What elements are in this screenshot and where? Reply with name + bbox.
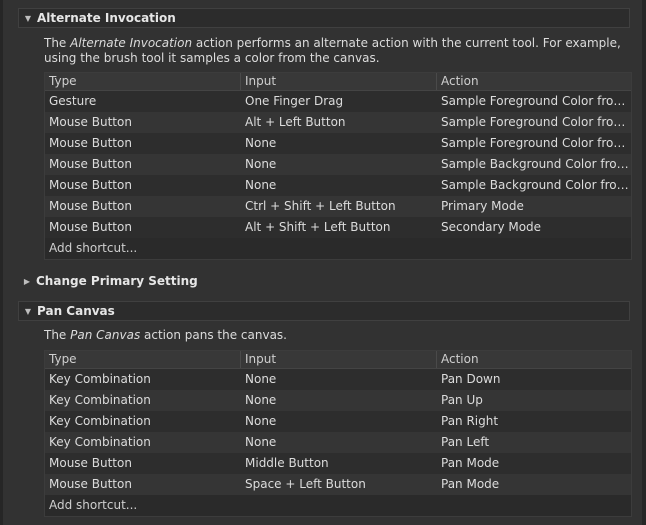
section-title: Alternate Invocation bbox=[37, 11, 176, 25]
left-frame-edge bbox=[0, 0, 3, 525]
cell-action[interactable]: Sample Foreground Color from M... bbox=[437, 91, 631, 112]
table-row[interactable]: Key Combination None Pan Right bbox=[45, 411, 631, 432]
shortcut-table-alternate-invocation: Type Input Action Gesture One Finger Drag… bbox=[44, 72, 632, 260]
column-header-action[interactable]: Action bbox=[437, 351, 631, 368]
table-row[interactable]: Mouse Button Middle Button Pan Mode bbox=[45, 453, 631, 474]
cell-input[interactable]: None bbox=[241, 133, 437, 154]
cell-type[interactable]: Mouse Button bbox=[45, 175, 241, 196]
column-header-type[interactable]: Type bbox=[45, 351, 241, 368]
cell-action[interactable]: Pan Mode bbox=[437, 453, 631, 474]
cell-input[interactable]: None bbox=[241, 432, 437, 453]
section-description: The Pan Canvas action pans the canvas. bbox=[44, 328, 287, 342]
table-row[interactable]: Mouse Button Space + Left Button Pan Mode bbox=[45, 474, 631, 495]
section-header-change-primary-setting[interactable]: ▶ Change Primary Setting bbox=[18, 271, 198, 291]
cell-type[interactable]: Key Combination bbox=[45, 411, 241, 432]
cell-action[interactable]: Pan Right bbox=[437, 411, 631, 432]
table-row[interactable]: Key Combination None Pan Down bbox=[45, 369, 631, 390]
table-header: Type Input Action bbox=[45, 351, 631, 369]
table-body: Key Combination None Pan Down Key Combinati… bbox=[45, 369, 631, 495]
table-row[interactable]: Mouse Button None Sample Foreground Color … bbox=[45, 133, 631, 154]
table-row[interactable]: Mouse Button Ctrl + Shift + Left Button Pr… bbox=[45, 196, 631, 217]
table-row[interactable]: Mouse Button Alt + Shift + Left Button Sec… bbox=[45, 217, 631, 238]
cell-type[interactable]: Mouse Button bbox=[45, 133, 241, 154]
cell-input[interactable]: None bbox=[241, 411, 437, 432]
cell-type[interactable]: Mouse Button bbox=[45, 217, 241, 238]
cell-input[interactable]: Space + Left Button bbox=[241, 474, 437, 495]
cell-input[interactable]: None bbox=[241, 390, 437, 411]
cell-action[interactable]: Pan Down bbox=[437, 369, 631, 390]
cell-type[interactable]: Mouse Button bbox=[45, 474, 241, 495]
section-title: Pan Canvas bbox=[37, 304, 115, 318]
table-row[interactable]: Key Combination None Pan Up bbox=[45, 390, 631, 411]
cell-input[interactable]: None bbox=[241, 175, 437, 196]
chevron-right-icon[interactable]: ▶ bbox=[18, 277, 36, 286]
table-body: Gesture One Finger Drag Sample Foreground … bbox=[45, 91, 631, 238]
column-header-input[interactable]: Input bbox=[241, 351, 437, 368]
cell-input[interactable]: None bbox=[241, 369, 437, 390]
cell-input[interactable]: Alt + Shift + Left Button bbox=[241, 217, 437, 238]
column-header-action[interactable]: Action bbox=[437, 73, 631, 90]
cell-type[interactable]: Mouse Button bbox=[45, 154, 241, 175]
cell-action[interactable]: Sample Foreground Color from M... bbox=[437, 112, 631, 133]
cell-action[interactable]: Sample Foreground Color from C... bbox=[437, 133, 631, 154]
table-row[interactable]: Key Combination None Pan Left bbox=[45, 432, 631, 453]
cell-action[interactable]: Secondary Mode bbox=[437, 217, 631, 238]
chevron-down-icon[interactable]: ▼ bbox=[19, 14, 37, 23]
cell-type[interactable]: Mouse Button bbox=[45, 112, 241, 133]
column-header-type[interactable]: Type bbox=[45, 73, 241, 90]
cell-action[interactable]: Pan Left bbox=[437, 432, 631, 453]
column-header-input[interactable]: Input bbox=[241, 73, 437, 90]
cell-input[interactable]: Alt + Left Button bbox=[241, 112, 437, 133]
cell-action[interactable]: Sample Background Color from ... bbox=[437, 175, 631, 196]
cell-input[interactable]: One Finger Drag bbox=[241, 91, 437, 112]
cell-action[interactable]: Pan Mode bbox=[437, 474, 631, 495]
section-description: The Alternate Invocation action performs… bbox=[44, 36, 621, 65]
cell-type[interactable]: Mouse Button bbox=[45, 196, 241, 217]
cell-input[interactable]: Ctrl + Shift + Left Button bbox=[241, 196, 437, 217]
cell-type[interactable]: Key Combination bbox=[45, 432, 241, 453]
table-row[interactable]: Mouse Button Alt + Left Button Sample Fore… bbox=[45, 112, 631, 133]
table-header: Type Input Action bbox=[45, 73, 631, 91]
section-title: Change Primary Setting bbox=[36, 274, 198, 288]
table-row[interactable]: Mouse Button None Sample Background Color … bbox=[45, 154, 631, 175]
cell-input[interactable]: None bbox=[241, 154, 437, 175]
cell-action[interactable]: Sample Background Color from C... bbox=[437, 154, 631, 175]
cell-type[interactable]: Mouse Button bbox=[45, 453, 241, 474]
cell-input[interactable]: Middle Button bbox=[241, 453, 437, 474]
cell-type[interactable]: Gesture bbox=[45, 91, 241, 112]
section-header-alternate-invocation[interactable]: ▼ Alternate Invocation bbox=[18, 8, 630, 28]
add-shortcut-button[interactable]: Add shortcut... bbox=[45, 495, 631, 516]
cell-type[interactable]: Key Combination bbox=[45, 369, 241, 390]
cell-action[interactable]: Primary Mode bbox=[437, 196, 631, 217]
add-shortcut-button[interactable]: Add shortcut... bbox=[45, 238, 631, 259]
cell-type[interactable]: Key Combination bbox=[45, 390, 241, 411]
cell-action[interactable]: Pan Up bbox=[437, 390, 631, 411]
shortcut-table-pan-canvas: Type Input Action Key Combination None Pan… bbox=[44, 350, 632, 517]
section-header-pan-canvas[interactable]: ▼ Pan Canvas bbox=[18, 301, 630, 321]
chevron-down-icon[interactable]: ▼ bbox=[19, 307, 37, 316]
table-row[interactable]: Gesture One Finger Drag Sample Foreground … bbox=[45, 91, 631, 112]
table-row[interactable]: Mouse Button None Sample Background Color … bbox=[45, 175, 631, 196]
scrollbar-track[interactable] bbox=[642, 0, 646, 525]
